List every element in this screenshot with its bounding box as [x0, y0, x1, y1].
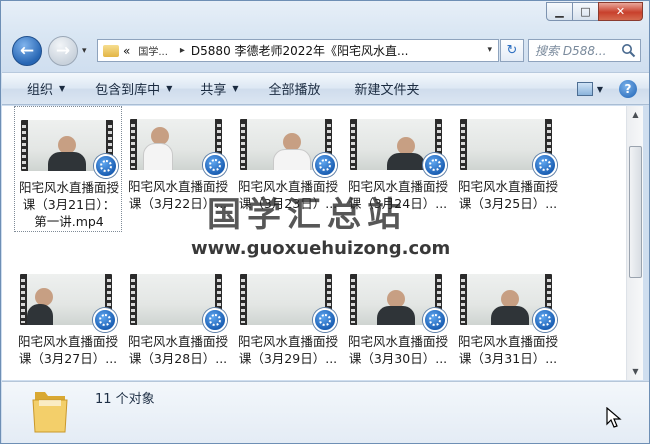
item-count: 11 个对象 — [95, 392, 155, 407]
video-file-icon — [203, 308, 227, 332]
chevron-down-icon: ▼ — [166, 84, 173, 93]
include-in-library-label: 包含到库中 — [95, 83, 161, 98]
watermark-title: 国学汇总站 — [207, 195, 407, 235]
file-item[interactable]: 阳宅风水直播面授 课（3月21日）： 第一讲.mp4 — [14, 106, 122, 232]
file-item[interactable]: 阳宅风水直播面授 课（3月31日）... — [454, 261, 562, 380]
file-item[interactable]: 阳宅风水直播面授 课（3月28日）... — [124, 261, 232, 380]
folder-icon — [32, 392, 68, 433]
file-item[interactable]: 阳宅风水直播面授 课（3月25日）... — [454, 106, 562, 232]
file-name: 阳宅风水直播面授 课（3月27日）... — [17, 334, 118, 366]
scroll-down-icon[interactable]: ▼ — [627, 363, 644, 380]
refresh-button[interactable]: ↻ — [500, 39, 524, 62]
view-icon[interactable] — [576, 82, 593, 96]
video-file-icon — [533, 153, 557, 177]
vertical-scrollbar[interactable]: ▲ ▼ — [626, 106, 643, 380]
search-placeholder: 搜索 D588... — [535, 44, 607, 58]
watermark-url: www.guoxuehuizong.com — [191, 238, 451, 259]
view-controls: ▼ ? — [576, 80, 637, 98]
caption-buttons: ▁ □ ✕ — [546, 2, 643, 21]
file-name: 阳宅风水直播面授 课（3月28日）... — [127, 334, 228, 366]
share-label: 共享 — [200, 83, 227, 98]
include-in-library-button[interactable]: 包含到库中 ▼ — [77, 73, 184, 104]
video-file-icon — [313, 308, 337, 332]
mouse-cursor-icon — [606, 407, 622, 428]
play-all-button[interactable]: 全部播放 — [251, 73, 333, 104]
file-name: 阳宅风水直播面授 课（3月21日）： 第一讲.mp4 — [18, 180, 119, 229]
breadcrumb-segment[interactable]: 国学... — [138, 43, 168, 58]
scrollbar-thumb[interactable] — [629, 146, 642, 278]
details-pane: 11 个对象 — [2, 381, 649, 443]
address-dropdown[interactable]: ▾ — [487, 45, 492, 55]
forward-button[interactable]: → — [48, 36, 78, 66]
explorer-window: ▁ □ ✕ ← → ▾ « 国学... ▸ D5880 李德老师2022年《阳宅… — [0, 0, 650, 444]
address-overflow-chevron[interactable]: « — [123, 44, 130, 58]
command-bar: 组织 ▼ 包含到库中 ▼ 共享 ▼ 全部播放 新建文件夹 ▼ ? — [2, 72, 649, 105]
video-file-icon — [94, 154, 118, 178]
video-file-icon — [423, 308, 447, 332]
organize-label: 组织 — [27, 83, 54, 98]
file-item[interactable]: 阳宅风水直播面授 课（3月27日）... — [14, 261, 122, 380]
video-file-icon — [533, 308, 557, 332]
video-file-icon — [423, 153, 447, 177]
back-button[interactable]: ← — [12, 36, 42, 66]
new-folder-button[interactable]: 新建文件夹 — [333, 73, 432, 104]
chevron-down-icon[interactable]: ▼ — [597, 85, 603, 94]
share-button[interactable]: 共享 ▼ — [184, 73, 250, 104]
address-bar[interactable]: « 国学... ▸ D5880 李德老师2022年《阳宅风水直... ▾ — [97, 39, 499, 62]
organize-button[interactable]: 组织 ▼ — [2, 73, 77, 104]
chevron-down-icon: ▼ — [232, 84, 239, 93]
search-icon[interactable] — [621, 43, 636, 58]
maximize-button[interactable]: □ — [572, 2, 599, 21]
scroll-up-icon[interactable]: ▲ — [627, 106, 644, 123]
video-file-icon — [313, 153, 337, 177]
search-input[interactable]: 搜索 D588... — [528, 39, 641, 62]
navigation-bar: ← → ▾ « 国学... ▸ D5880 李德老师2022年《阳宅风水直...… — [1, 34, 649, 68]
chevron-down-icon: ▼ — [59, 84, 66, 93]
help-icon[interactable]: ? — [619, 80, 637, 98]
file-name: 阳宅风水直播面授 课（3月25日）... — [457, 179, 558, 211]
breadcrumb-separator[interactable]: ▸ — [180, 45, 185, 56]
file-name: 阳宅风水直播面授 课（3月29日）... — [237, 334, 338, 366]
video-file-icon — [93, 308, 117, 332]
close-button[interactable]: ✕ — [598, 2, 643, 21]
file-name: 阳宅风水直播面授 课（3月31日）... — [457, 334, 558, 366]
file-name: 阳宅风水直播面授 课（3月30日）... — [347, 334, 448, 366]
file-item[interactable]: 阳宅风水直播面授 课（3月29日）... — [234, 261, 342, 380]
minimize-button[interactable]: ▁ — [546, 2, 573, 21]
breadcrumb-segment[interactable]: D5880 李德老师2022年《阳宅风水直... — [191, 42, 409, 59]
recent-pages-dropdown[interactable]: ▾ — [82, 46, 87, 56]
file-item[interactable]: 阳宅风水直播面授 课（3月30日）... — [344, 261, 452, 380]
folder-icon — [103, 44, 119, 57]
video-file-icon — [203, 153, 227, 177]
